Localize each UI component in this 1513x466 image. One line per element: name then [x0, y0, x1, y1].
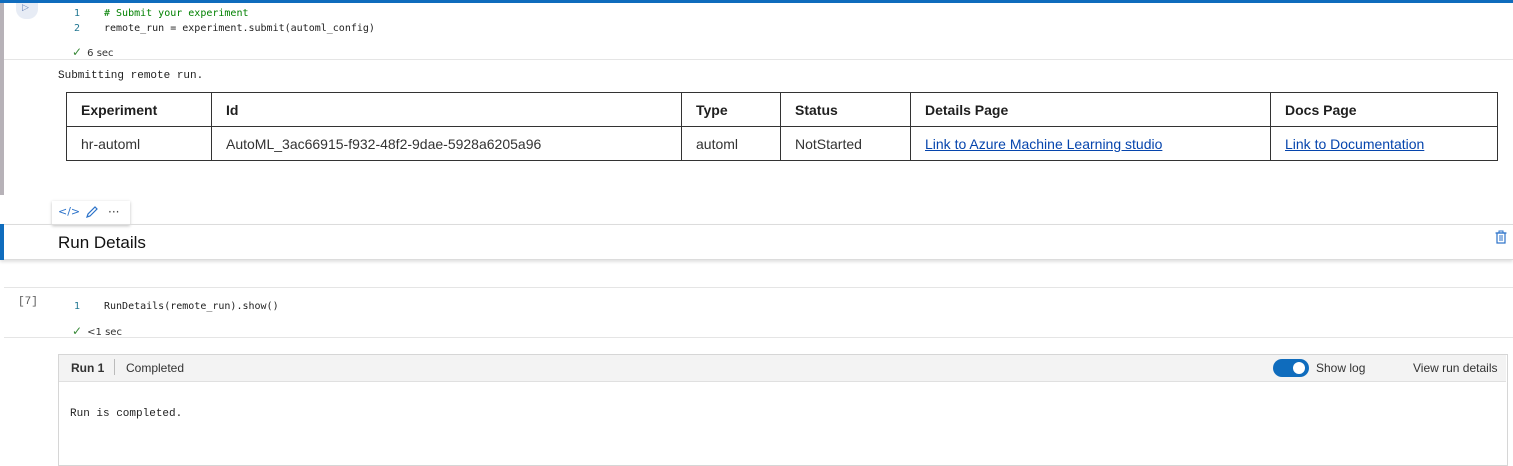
- execution-count: [7]: [18, 296, 38, 308]
- show-log-label: Show log: [1316, 361, 1366, 375]
- cell-selection-bar: [0, 3, 4, 195]
- checkmark-icon: ✓: [72, 324, 83, 338]
- column-header: Details Page: [910, 92, 1271, 127]
- run-label: Run 1: [71, 361, 105, 375]
- pencil-icon[interactable]: [85, 205, 99, 222]
- checkmark-icon: ✓: [72, 45, 83, 59]
- table-cell: Link to Documentation: [1270, 126, 1498, 161]
- active-cell-top-border: [0, 0, 1513, 3]
- table-cell: hr-automl: [66, 126, 212, 161]
- run-status: Completed: [126, 361, 185, 375]
- table-cell: automl: [681, 126, 781, 161]
- code-line[interactable]: remote_run = experiment.submit(automl_co…: [104, 23, 375, 34]
- run-cell-button[interactable]: ▷: [16, 3, 38, 19]
- column-header: Status: [780, 92, 911, 127]
- column-header: Experiment: [66, 92, 212, 127]
- divider: [4, 59, 1513, 60]
- table-header-row: Experiment Id Type Status Details Page D…: [66, 92, 1498, 127]
- exec-time: 6 sec: [87, 48, 114, 59]
- toggle-knob: [1293, 362, 1305, 374]
- markdown-cell[interactable]: [0, 224, 1513, 260]
- table-cell: AutoML_3ac66915-f932-48f2-9dae-5928a6205…: [211, 126, 682, 161]
- more-icon[interactable]: ···: [108, 205, 119, 219]
- view-run-details-link[interactable]: View run details: [1413, 361, 1498, 375]
- play-icon: ▷: [22, 3, 29, 13]
- code-line[interactable]: # Submit your experiment: [104, 8, 249, 19]
- cell-toolbar: </> ···: [52, 201, 130, 225]
- column-header: Id: [211, 92, 682, 127]
- table-row: hr-automl AutoML_3ac66915-f932-48f2-9dae…: [66, 126, 1498, 161]
- trash-icon[interactable]: [1495, 230, 1507, 248]
- divider: [4, 337, 1513, 338]
- divider: [114, 359, 115, 375]
- code-icon[interactable]: </>: [58, 205, 80, 218]
- cell-selection-bar: [0, 224, 4, 260]
- column-header: Docs Page: [1270, 92, 1498, 127]
- run-table: Experiment Id Type Status Details Page D…: [66, 92, 1498, 161]
- line-number: 1: [74, 8, 81, 19]
- log-text: Run is completed.: [70, 408, 183, 420]
- line-number: 2: [74, 23, 81, 34]
- line-number: 1: [74, 301, 81, 312]
- details-page-link[interactable]: Link to Azure Machine Learning studio: [925, 136, 1162, 152]
- code-line[interactable]: RunDetails(remote_run).show(): [104, 301, 279, 312]
- table-cell: Link to Azure Machine Learning studio: [910, 126, 1271, 161]
- divider: [4, 287, 1513, 288]
- table-cell: NotStarted: [780, 126, 911, 161]
- docs-page-link[interactable]: Link to Documentation: [1285, 136, 1424, 152]
- output-text: Submitting remote run.: [58, 70, 204, 82]
- exec-status: ✓ 6 sec: [72, 41, 114, 60]
- column-header: Type: [681, 92, 781, 127]
- markdown-heading: Run Details: [58, 233, 146, 252]
